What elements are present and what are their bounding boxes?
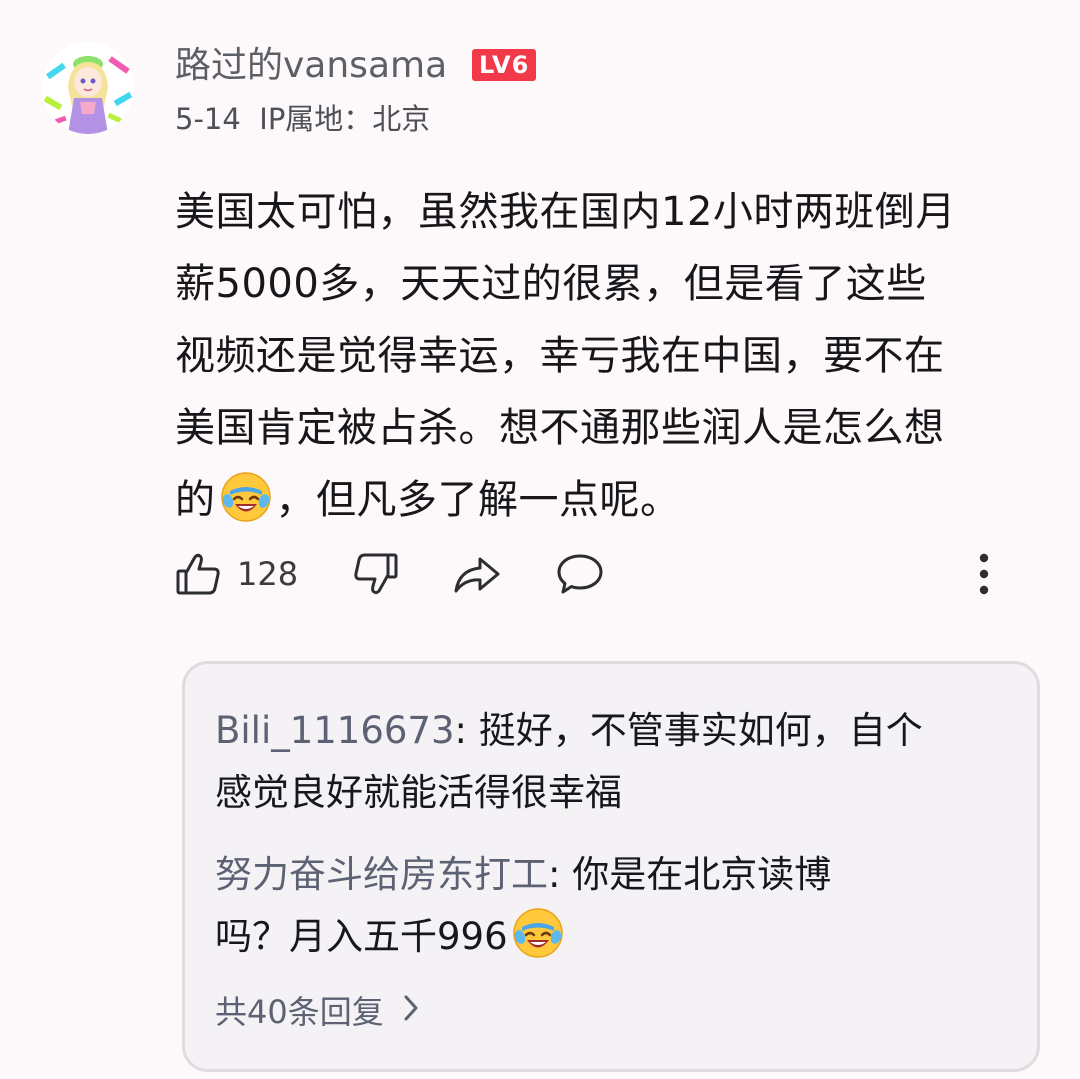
comment-line: 美国太可怕，虽然我在国内12小时两班倒月: [175, 189, 956, 235]
dislike-button[interactable]: [353, 546, 399, 602]
reply-line: 努力奋斗给房东打工: 你是在北京读博: [215, 844, 995, 906]
reply-text: : 挺好，不管事实如何，自个: [454, 709, 923, 752]
like-button[interactable]: 128: [175, 546, 298, 602]
view-all-replies-link[interactable]: 共40条回复: [215, 992, 420, 1032]
level-badge: LV6: [472, 49, 537, 81]
reply-item[interactable]: Bili_1116673: 挺好，不管事实如何，自个 感觉良好就能活得很幸福: [215, 700, 995, 824]
comment-line: 薪5000多，天天过的很累，但是看了这些: [175, 261, 927, 307]
thumbs-up-icon: [175, 551, 221, 597]
username[interactable]: 路过的vansama: [175, 44, 447, 88]
reply-username[interactable]: Bili_1116673: [215, 709, 455, 752]
comment-line: 的 ，但凡多了解一点呢。: [175, 464, 1040, 536]
reply-line: Bili_1116673: 挺好，不管事实如何，自个: [215, 700, 995, 762]
comment-date: 5-14: [175, 102, 241, 136]
comment-line-end: ，但凡多了解一点呢。: [275, 477, 681, 523]
replies-panel: Bili_1116673: 挺好，不管事实如何，自个 感觉良好就能活得很幸福 努…: [182, 661, 1040, 1072]
share-icon: [453, 551, 501, 597]
reply-line: 吗？月入五千996: [215, 906, 995, 968]
reply-line: 感觉良好就能活得很幸福: [215, 771, 622, 814]
like-count: 128: [237, 555, 299, 593]
comment-icon: [556, 551, 604, 597]
comment-meta: 5-14 IP属地：北京: [175, 100, 430, 138]
thumbs-down-icon: [353, 551, 399, 597]
reply-count-label: 共40条回复: [215, 993, 384, 1031]
avatar[interactable]: [42, 42, 134, 134]
reply-username[interactable]: 努力奋斗给房东打工: [215, 853, 548, 896]
comment-text: 美国太可怕，虽然我在国内12小时两班倒月 薪5000多，天天过的很累，但是看了这…: [175, 176, 1040, 536]
comment-line-start: 的: [175, 477, 216, 523]
laugh-cry-emoji-icon: [512, 907, 564, 959]
ip-location: IP属地：北京: [259, 102, 431, 136]
chevron-right-icon: [384, 992, 420, 1032]
reply-text: 吗？月入五千996: [215, 915, 508, 958]
more-button[interactable]: [968, 551, 1000, 597]
reply-item[interactable]: 努力奋斗给房东打工: 你是在北京读博 吗？月入五千996: [215, 844, 995, 968]
share-button[interactable]: [453, 546, 501, 602]
reply-text: : 你是在北京读博: [548, 853, 832, 896]
comment-line: 视频还是觉得幸运，幸亏我在中国，要不在: [175, 333, 945, 379]
comment-line: 美国肯定被占杀。想不通那些润人是怎么想: [175, 405, 945, 451]
more-vertical-icon: [968, 553, 1000, 601]
reply-button[interactable]: [556, 546, 604, 602]
laugh-cry-emoji-icon: [220, 471, 272, 523]
